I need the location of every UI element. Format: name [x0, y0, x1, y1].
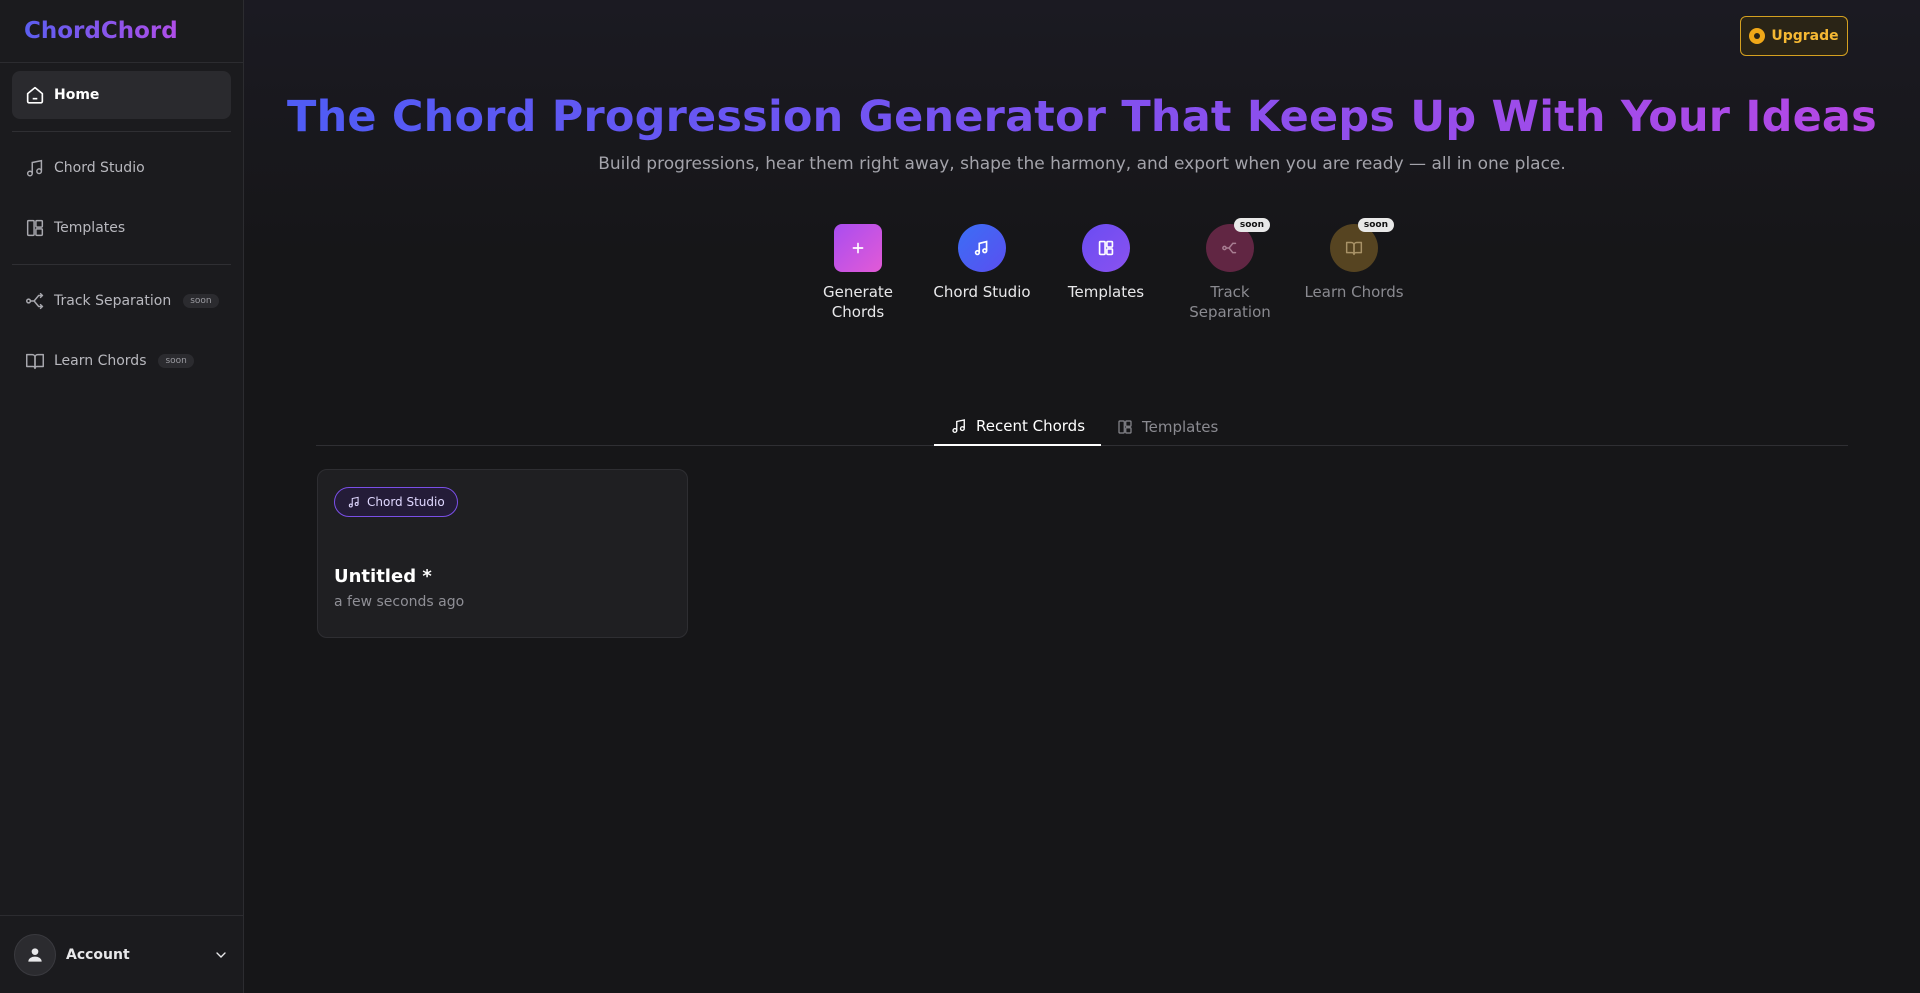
- plus-icon: [834, 224, 882, 272]
- chevron-down-icon[interactable]: [213, 947, 229, 963]
- home-icon: [26, 86, 44, 104]
- sidebar-item-templates[interactable]: Templates: [12, 204, 231, 252]
- tab-recent-chords[interactable]: Recent Chords: [934, 408, 1102, 446]
- sidebar-item-label: Home: [54, 87, 100, 103]
- quick-actions: Generate Chords Chord Studio Templates s…: [796, 218, 1416, 322]
- soon-badge: soon: [183, 294, 219, 308]
- sidebar-item-label: Templates: [54, 220, 126, 236]
- sidebar-item-track-separation[interactable]: Track Separation soon: [12, 277, 231, 325]
- upgrade-button[interactable]: Upgrade: [1740, 16, 1848, 56]
- book-icon: soon: [1330, 218, 1394, 272]
- account-label: Account: [66, 946, 130, 963]
- music-note-icon: [26, 159, 43, 177]
- coin-icon: [1749, 28, 1766, 44]
- account-menu[interactable]: Account: [0, 915, 243, 993]
- page-title: The Chord Progression Generator That Kee…: [287, 92, 1877, 142]
- action-generate-chords[interactable]: Generate Chords: [796, 224, 920, 322]
- card-timestamp: a few seconds ago: [334, 594, 465, 610]
- book-icon: [26, 353, 44, 370]
- split-icon: soon: [1206, 218, 1270, 272]
- split-icon: [26, 292, 44, 310]
- upgrade-label: Upgrade: [1771, 28, 1839, 44]
- user-icon: [28, 947, 42, 962]
- sidebar-item-label: Learn Chords: [54, 353, 147, 369]
- card-title: Untitled *: [334, 566, 432, 587]
- layout-icon: [1118, 420, 1132, 434]
- layout-icon: [26, 219, 44, 237]
- soon-badge: soon: [1233, 218, 1270, 232]
- chip-label: Chord Studio: [367, 495, 445, 509]
- brand-logo[interactable]: ChordChord: [0, 0, 243, 63]
- sidebar-item-chord-studio[interactable]: Chord Studio: [12, 144, 231, 192]
- sidebar-nav: Home Chord Studio Templates Track Separa…: [0, 63, 243, 915]
- action-label: Templates: [1067, 283, 1145, 301]
- sidebar: ChordChord Home Chord Studio Templates T…: [0, 0, 244, 993]
- layout-icon: [1082, 224, 1130, 272]
- tab-templates[interactable]: Templates: [1100, 408, 1234, 446]
- sidebar-item-learn-chords[interactable]: Learn Chords soon: [12, 337, 231, 385]
- brand-name: ChordChord: [24, 18, 178, 44]
- sidebar-item-label: Chord Studio: [54, 160, 145, 176]
- action-label: Track Separation: [1189, 283, 1271, 321]
- soon-badge: soon: [158, 354, 194, 368]
- tab-label: Templates: [1142, 418, 1219, 436]
- sidebar-item-label: Track Separation: [54, 293, 172, 309]
- music-note-icon: [958, 224, 1006, 272]
- tab-label: Recent Chords: [976, 417, 1086, 435]
- action-chord-studio[interactable]: Chord Studio: [920, 224, 1044, 322]
- avatar: [14, 933, 56, 976]
- action-label: Chord Studio: [933, 283, 1031, 301]
- content-tabs: Recent Chords Templates: [316, 408, 1848, 446]
- action-learn-chords[interactable]: soon Learn Chords: [1292, 218, 1416, 322]
- action-label: Learn Chords: [1304, 283, 1404, 301]
- sidebar-item-home[interactable]: Home: [12, 71, 231, 119]
- action-label: Generate Chords: [822, 283, 894, 321]
- sidebar-divider: [12, 264, 231, 265]
- sidebar-divider: [12, 131, 231, 132]
- main-content: Upgrade The Chord Progression Generator …: [244, 0, 1920, 993]
- action-templates[interactable]: Templates: [1044, 224, 1168, 322]
- app-root: ChordChord Home Chord Studio Templates T…: [0, 0, 1920, 993]
- page-subtitle: Build progressions, hear them right away…: [598, 154, 1566, 174]
- source-chip: Chord Studio: [334, 487, 458, 517]
- soon-badge: soon: [1357, 218, 1394, 232]
- music-note-icon: [952, 419, 965, 434]
- recent-chord-card[interactable]: Chord Studio Untitled * a few seconds ag…: [317, 469, 688, 638]
- music-note-icon: [348, 496, 359, 508]
- action-track-separation[interactable]: soon Track Separation: [1168, 218, 1292, 322]
